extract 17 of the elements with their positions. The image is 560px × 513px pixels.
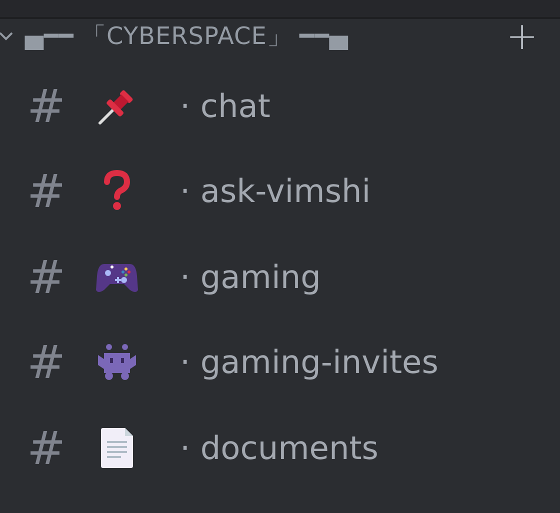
category-header[interactable]: ▄━━ 「CYBERSPACE」 ━━▄ + <box>0 19 560 53</box>
add-channel-button[interactable]: + <box>506 19 538 53</box>
question-mark-icon <box>103 170 131 212</box>
channel-hash: # <box>27 424 67 471</box>
channel-hash: # <box>27 339 67 386</box>
document-icon <box>101 428 133 468</box>
channel-name[interactable]: · ask-vimshi <box>180 172 371 210</box>
channel-name[interactable]: · documents <box>180 428 378 467</box>
channel-hash: # <box>27 254 67 300</box>
channel-hash: # <box>27 168 67 214</box>
category-name: ▄━━ 「CYBERSPACE」 ━━▄ <box>25 21 350 52</box>
space-invader-icon <box>96 343 138 382</box>
channel-name[interactable]: · chat <box>180 86 270 125</box>
channel-hash: # <box>27 82 67 129</box>
chevron-down-icon[interactable] <box>0 31 13 41</box>
channel-name[interactable]: · gaming-invites <box>180 343 438 382</box>
channel-name[interactable]: · gaming <box>180 258 321 296</box>
